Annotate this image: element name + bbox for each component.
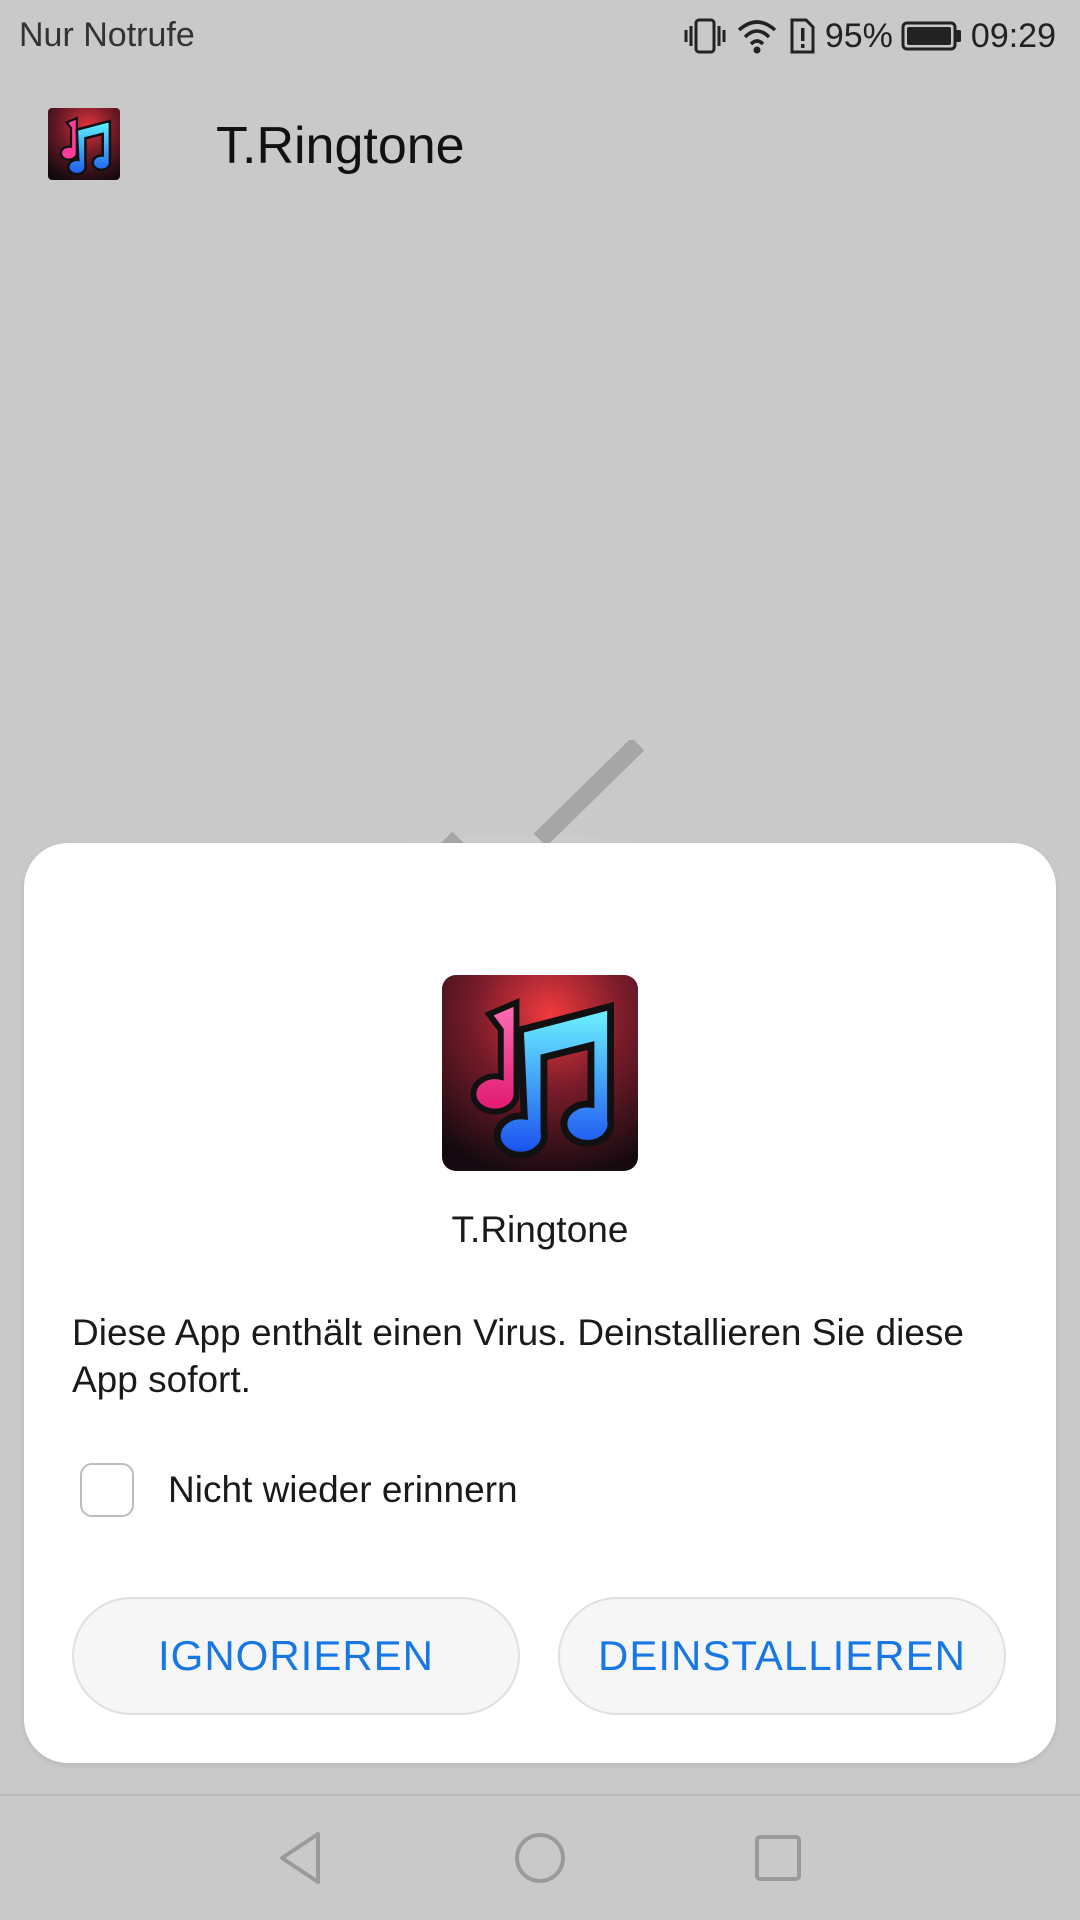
vibrate-icon [683,16,727,56]
music-notes-app-icon [442,975,638,1171]
recents-icon[interactable] [750,1830,806,1886]
music-notes-app-icon [48,108,120,180]
battery-percent: 95% [824,16,893,55]
app-bar: T.Ringtone [0,100,1080,200]
status-bar: Nur Notrufe 95% 09:29 [0,0,1080,74]
battery-icon [901,20,963,52]
carrier-text: Nur Notrufe [19,16,195,54]
virus-warning-dialog: T.Ringtone Diese App enthält einen Virus… [24,843,1056,1763]
ignore-button[interactable]: IGNORIEREN [72,1597,520,1715]
home-icon[interactable] [512,1830,568,1886]
status-icons: 95% 09:29 [683,14,1056,58]
navigation-bar [0,1794,1080,1920]
dialog-message: Diese App enthält einen Virus. Deinstall… [72,1312,964,1400]
app-title: T.Ringtone [216,117,465,175]
uninstall-button[interactable]: DEINSTALLIEREN [558,1597,1006,1715]
checkmark-icon [420,737,650,879]
battery-alert-icon [787,16,817,56]
clock: 09:29 [970,16,1056,55]
dont-remind-checkbox[interactable] [80,1463,134,1517]
wifi-icon [735,16,779,56]
dont-remind-checkbox-row[interactable]: Nicht wieder erinnern [80,1460,518,1520]
dont-remind-label[interactable]: Nicht wieder erinnern [168,1469,518,1511]
back-icon[interactable] [274,1830,330,1886]
dialog-app-name: T.Ringtone [451,1209,629,1250]
